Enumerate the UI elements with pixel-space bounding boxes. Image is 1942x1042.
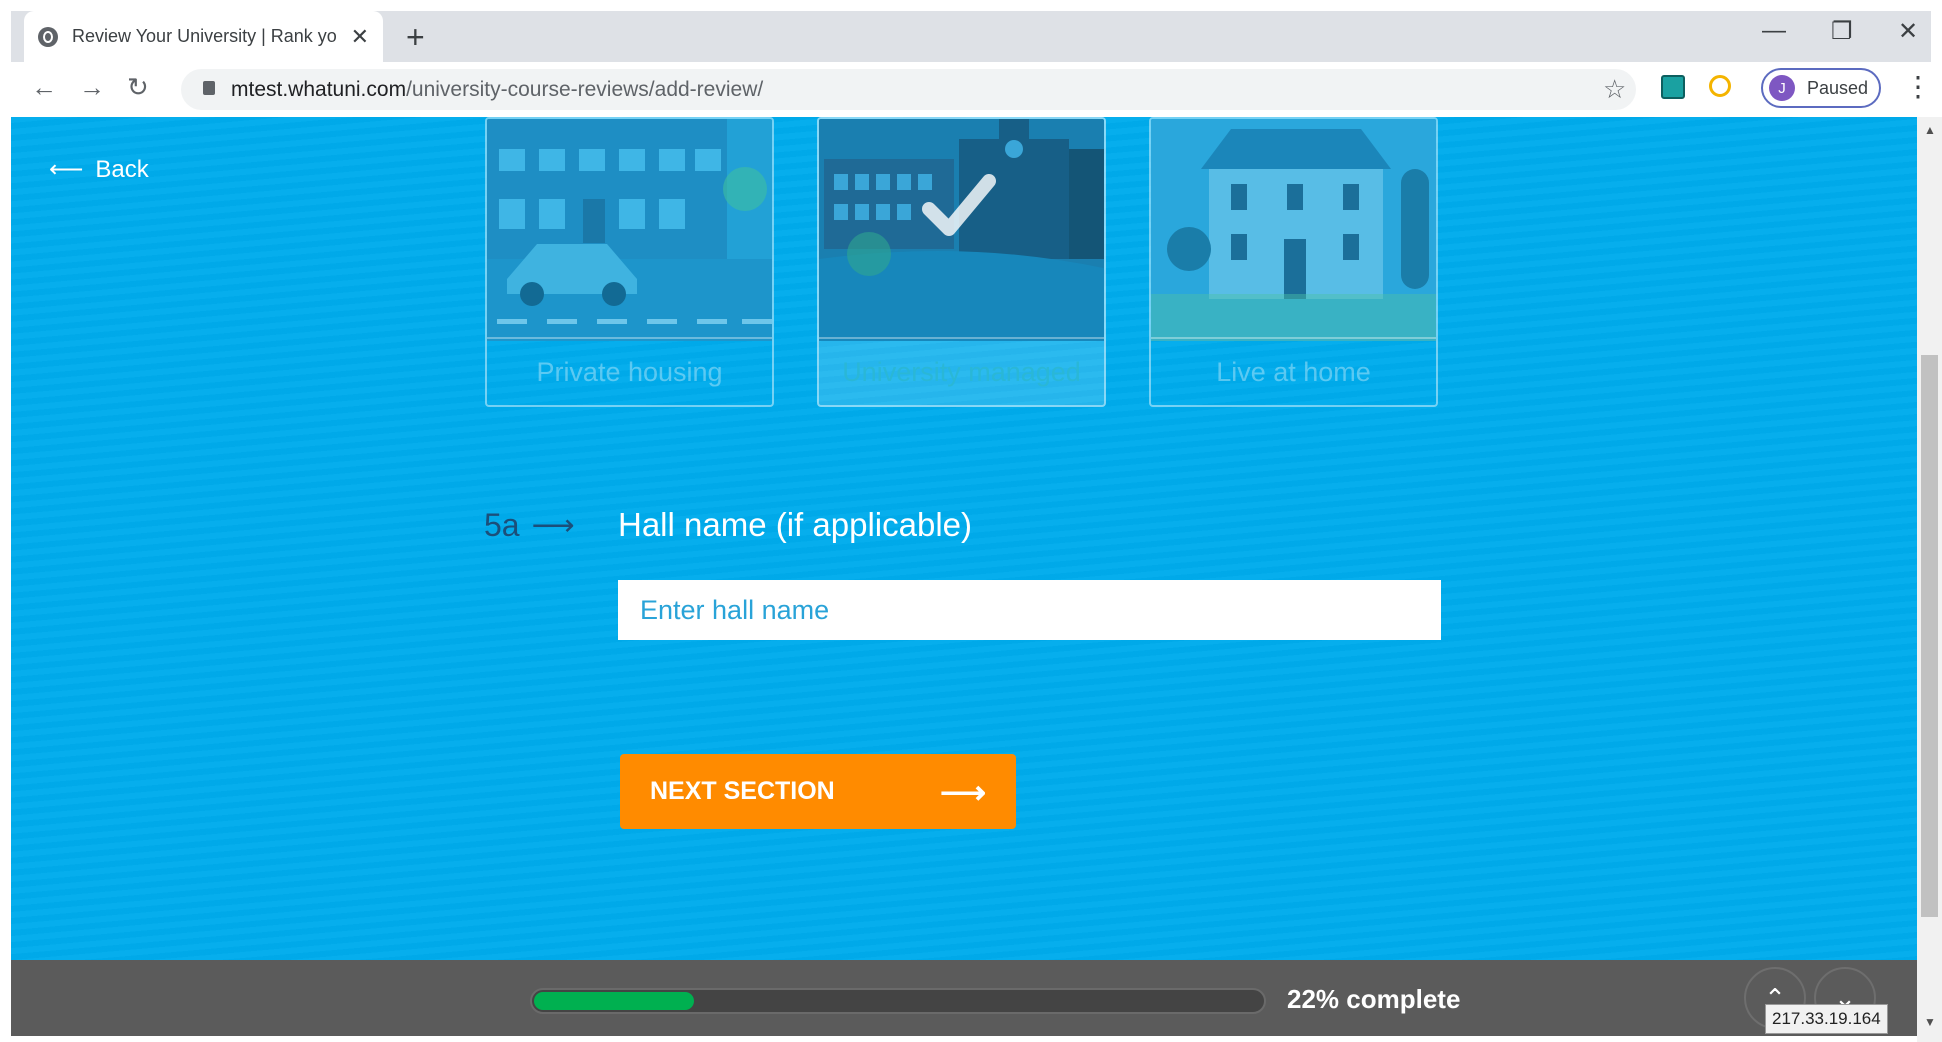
campus-illustration: [819, 119, 1104, 341]
option-live-at-home[interactable]: Live at home: [1149, 117, 1438, 407]
bookmark-star-icon[interactable]: ☆: [1603, 74, 1626, 105]
forward-nav-icon[interactable]: →: [79, 72, 105, 103]
globe-icon: [38, 26, 58, 47]
menu-icon[interactable]: ⋮: [1904, 70, 1932, 103]
arrow-left-icon: ⟵: [49, 156, 84, 183]
progress-fill: [534, 992, 694, 1010]
tab-title: Review Your University | Rank yo: [72, 26, 337, 46]
avatar: J: [1769, 75, 1795, 101]
arrow-right-icon: ⟶: [531, 509, 575, 542]
reload-icon[interactable]: ↻: [127, 72, 149, 103]
question-title: Hall name (if applicable): [618, 506, 972, 543]
street-illustration: [487, 119, 772, 341]
address-bar[interactable]: mtest.whatuni.com/university-course-revi…: [181, 69, 1636, 110]
question-number: 5a ⟶: [484, 507, 575, 543]
next-section-label: NEXT SECTION: [650, 777, 835, 805]
profile-status: Paused: [1807, 77, 1869, 98]
close-window-icon[interactable]: ✕: [1898, 17, 1918, 46]
browser-tab[interactable]: Review Your University | Rank yo ✕: [24, 11, 383, 62]
option-label: Private housing: [487, 337, 772, 405]
profile-button[interactable]: J Paused: [1761, 68, 1881, 108]
back-link[interactable]: ⟵ Back: [49, 155, 149, 184]
extension-icon[interactable]: [1709, 75, 1731, 97]
page-scrollbar[interactable]: ▲ ▼: [1917, 117, 1942, 1042]
new-tab-icon[interactable]: +: [406, 19, 425, 56]
scrollbar-thumb[interactable]: [1921, 355, 1938, 917]
extension-icon[interactable]: [1661, 75, 1685, 99]
back-label: Back: [95, 155, 149, 183]
next-section-button[interactable]: NEXT SECTION ⟶: [620, 754, 1016, 829]
progress-label: 22% complete: [1287, 984, 1461, 1014]
lock-icon: [203, 81, 215, 95]
progress-footer: 22% complete ⌃ ⌄: [11, 960, 1917, 1036]
restore-icon[interactable]: ❐: [1831, 17, 1853, 46]
hall-name-input[interactable]: [618, 580, 1441, 640]
tab-strip: Review Your University | Rank yo ✕ + — ❐…: [11, 11, 1931, 62]
option-label: University managed: [819, 337, 1104, 405]
minimize-icon[interactable]: —: [1762, 17, 1786, 45]
scroll-up-icon[interactable]: ▲: [1924, 123, 1936, 137]
option-university-managed[interactable]: University managed: [817, 117, 1106, 407]
progress-bar: [530, 988, 1266, 1014]
url-text: mtest.whatuni.com/university-course-revi…: [231, 78, 764, 101]
back-nav-icon[interactable]: ←: [31, 72, 57, 103]
house-illustration: [1151, 119, 1436, 341]
close-tab-icon[interactable]: ✕: [351, 24, 369, 50]
arrow-right-icon: ⟶: [940, 773, 986, 810]
option-private-housing[interactable]: Private housing: [485, 117, 774, 407]
page-content: ⟵ Back Private housing University manage…: [11, 117, 1917, 960]
option-label: Live at home: [1151, 337, 1436, 405]
status-ip: 217.33.19.164: [1765, 1004, 1888, 1034]
scroll-down-icon[interactable]: ▼: [1924, 1015, 1936, 1029]
browser-toolbar: ← → ↻ mtest.whatuni.com/university-cours…: [11, 62, 1932, 118]
